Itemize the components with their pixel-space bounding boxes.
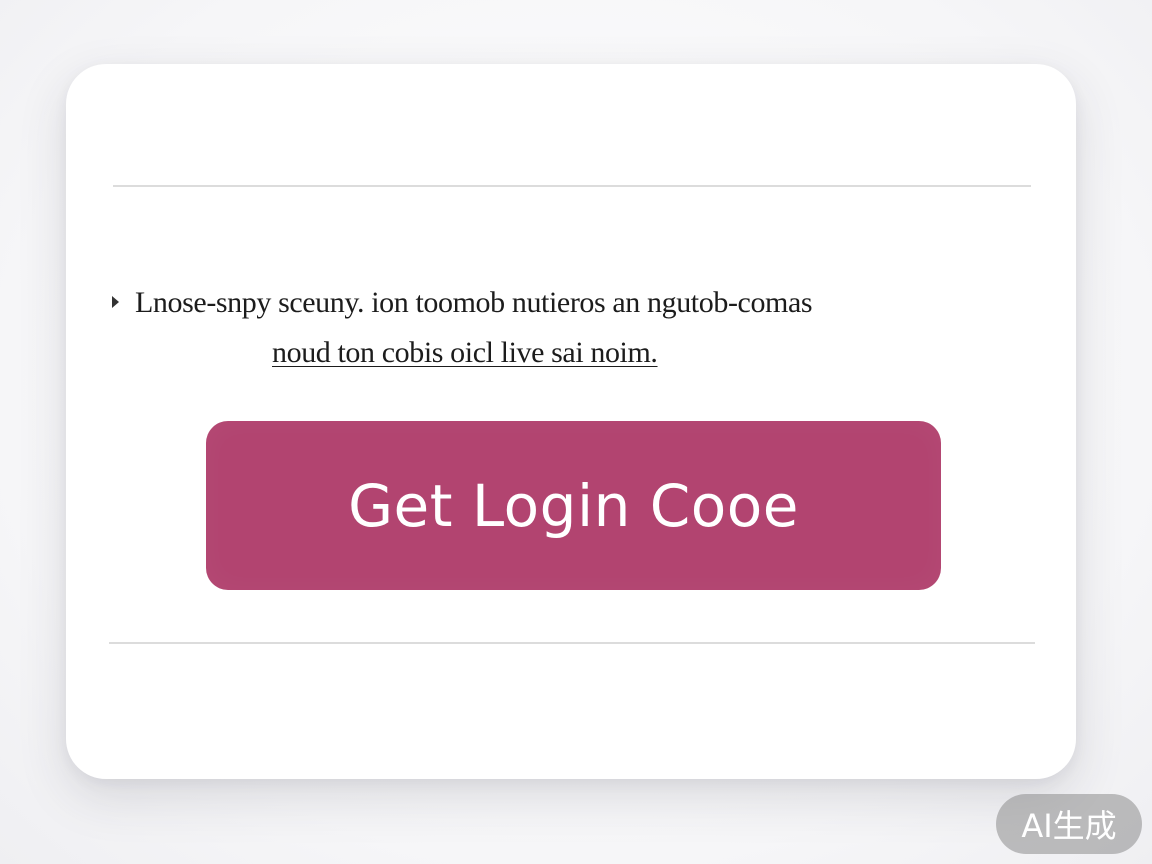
caret-right-icon <box>112 296 119 308</box>
login-code-card: Lnose-snpy sceuny. ion toomob nutieros a… <box>66 64 1076 779</box>
page-background: Lnose-snpy sceuny. ion toomob nutieros a… <box>0 0 1152 864</box>
bottom-divider <box>109 642 1035 644</box>
get-login-code-button[interactable]: Get Login Cooe <box>206 421 941 590</box>
instruction-link[interactable]: noud ton cobis oicl live sai noim. <box>272 336 658 370</box>
instruction-text: Lnose-snpy sceuny. ion toomob nutieros a… <box>135 286 813 319</box>
top-divider <box>113 185 1031 187</box>
ai-generated-watermark: AI生成 <box>996 794 1142 854</box>
